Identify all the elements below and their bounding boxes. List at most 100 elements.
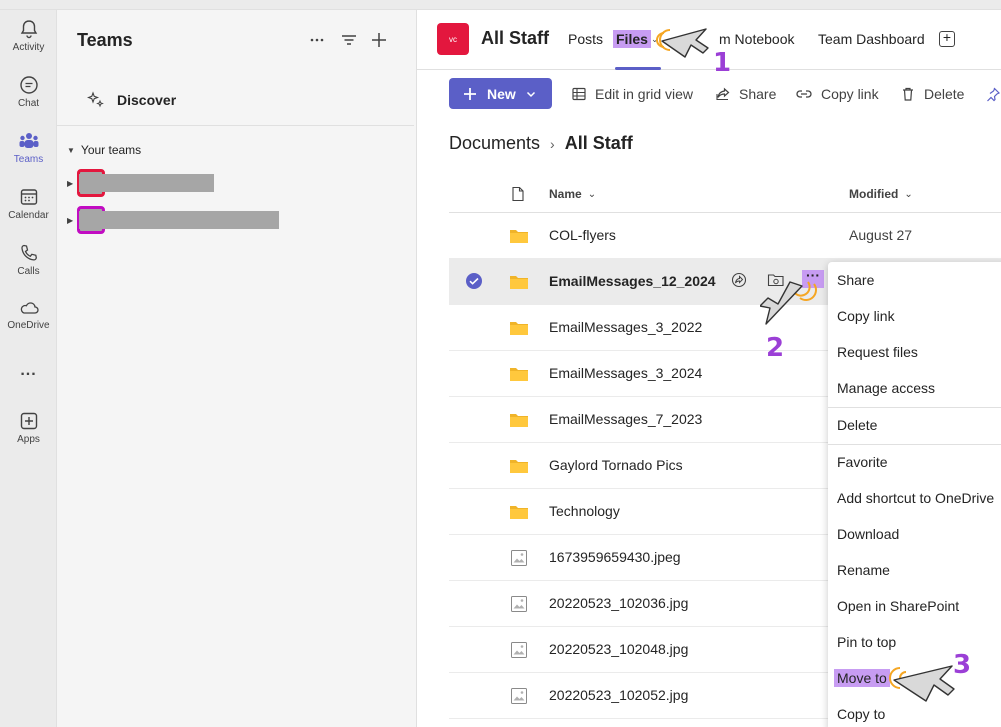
file-name[interactable]: Technology — [549, 503, 620, 519]
caret-right-icon: ▶ — [67, 215, 74, 225]
file-name[interactable]: EmailMessages_3_2024 — [549, 365, 702, 381]
image-file-icon — [511, 596, 527, 612]
rail-label-activity: Activity — [12, 42, 45, 53]
chevron-right-icon: › — [550, 135, 555, 152]
copy-link-button[interactable]: Copy link — [795, 85, 879, 103]
share-button[interactable]: Share — [715, 85, 776, 103]
add-apps-icon — [20, 412, 37, 430]
name-header-label: Name — [549, 187, 582, 201]
rail-label-calendar: Calendar — [8, 210, 49, 221]
rail-label-chat: Chat — [17, 98, 40, 109]
menu-item-move-to[interactable]: Move to — [834, 669, 890, 687]
table-row[interactable]: COL-flyers August 27 — [449, 213, 1001, 259]
file-name[interactable]: 1673959659430.jpeg — [549, 549, 681, 565]
file-type-header[interactable] — [511, 184, 525, 204]
folder-icon — [510, 460, 528, 473]
new-button[interactable]: New — [449, 78, 552, 109]
cursor-click-icon — [889, 665, 955, 702]
modified-column-header[interactable]: Modified ⌄ — [849, 184, 913, 204]
edit-grid-button[interactable]: Edit in grid view — [571, 85, 693, 103]
plus-icon[interactable] — [369, 30, 393, 52]
menu-divider — [828, 407, 1001, 408]
bell-icon — [20, 20, 37, 39]
chevron-down-icon — [526, 91, 535, 97]
discover-button[interactable]: Discover — [87, 88, 176, 112]
file-name[interactable]: 20220523_102052.jpg — [549, 687, 688, 703]
share-label: Share — [739, 86, 777, 102]
rail-item-activity[interactable]: Activity — [0, 18, 57, 68]
file-name[interactable]: EmailMessages_12_2024 — [549, 273, 716, 289]
file-name[interactable]: Gaylord Tornado Pics — [549, 457, 683, 473]
image-file-icon — [511, 642, 527, 658]
trash-icon — [903, 87, 913, 101]
rail-item-chat[interactable]: Chat — [0, 74, 57, 124]
folder-icon — [510, 368, 528, 381]
menu-item-pin-to-top[interactable]: Pin to top — [837, 634, 896, 650]
menu-item-manage-access[interactable]: Manage access — [837, 380, 935, 396]
menu-item-share[interactable]: Share — [837, 272, 874, 288]
menu-item-open-sharepoint[interactable]: Open in SharePoint — [837, 598, 959, 614]
rail-item-more[interactable]: ... — [0, 362, 57, 412]
folder-icon — [510, 230, 528, 243]
plus-icon — [464, 87, 476, 100]
menu-item-add-shortcut[interactable]: Add shortcut to OneDrive — [837, 490, 994, 506]
rail-label-teams: Teams — [13, 154, 44, 165]
filter-icon[interactable] — [339, 30, 363, 52]
your-teams-label: Your teams — [80, 143, 142, 157]
more-icon: ... — [20, 362, 37, 379]
chevron-down-icon: ⌄ — [904, 188, 913, 200]
menu-item-favorite[interactable]: Favorite — [837, 454, 888, 470]
menu-item-delete[interactable]: Delete — [837, 417, 877, 433]
tab-team-dashboard[interactable]: Team Dashboard — [818, 31, 925, 47]
checkmark-circle-icon[interactable] — [465, 272, 483, 290]
your-teams-section[interactable]: ▼ Your teams — [67, 143, 141, 157]
tab-posts[interactable]: Posts — [568, 31, 603, 47]
menu-item-copy-to[interactable]: Copy to — [837, 706, 885, 722]
file-name[interactable]: COL-flyers — [549, 227, 616, 243]
tab-files[interactable]: Files — [613, 30, 651, 48]
rail-item-calls[interactable]: Calls — [0, 242, 57, 292]
cloud-icon — [20, 302, 39, 314]
breadcrumb-current: All Staff — [564, 133, 633, 153]
calendar-icon — [20, 189, 37, 205]
new-label: New — [487, 85, 516, 102]
modified-header-label: Modified — [849, 187, 899, 201]
teams-panel: Teams Discover ▼ Your teams ▶ ▶ — [57, 10, 417, 727]
rail-item-apps[interactable]: Apps — [0, 410, 57, 460]
menu-item-request-files[interactable]: Request files — [837, 344, 918, 360]
file-name[interactable]: EmailMessages_7_2023 — [549, 411, 702, 427]
step-number-1: 1 — [713, 48, 732, 78]
delete-button[interactable]: Delete — [900, 85, 964, 103]
menu-item-rename[interactable]: Rename — [837, 562, 890, 578]
tab-notebook[interactable]: m Notebook — [719, 31, 794, 47]
add-tab-icon[interactable]: + — [939, 30, 955, 47]
redacted-team-name — [79, 174, 214, 192]
breadcrumb-root[interactable]: Documents — [449, 133, 540, 154]
divider — [57, 125, 414, 126]
file-modified: August 27 — [849, 227, 913, 243]
sparkle-icon — [87, 91, 104, 108]
link-icon — [796, 90, 812, 98]
document-icon — [512, 186, 524, 202]
rail-item-onedrive[interactable]: OneDrive — [0, 298, 57, 348]
menu-item-copy-link[interactable]: Copy link — [837, 308, 895, 324]
team-row-2[interactable]: ▶ — [67, 206, 279, 234]
chat-icon — [19, 76, 38, 94]
rail-item-teams[interactable]: Teams — [0, 130, 57, 180]
folder-icon — [510, 322, 528, 335]
context-menu: Share Copy link Request files Manage acc… — [828, 262, 1001, 727]
name-column-header[interactable]: Name ⌄ — [549, 184, 596, 204]
team-row-1[interactable]: ▶ — [67, 169, 214, 197]
copy-link-label: Copy link — [821, 86, 879, 102]
team-logo: vc — [437, 23, 469, 55]
more-options-icon[interactable] — [307, 30, 331, 52]
file-name[interactable]: EmailMessages_3_2022 — [549, 319, 702, 335]
file-name[interactable]: 20220523_102036.jpg — [549, 595, 688, 611]
menu-item-download[interactable]: Download — [837, 526, 899, 542]
grid-icon — [572, 87, 586, 101]
rail-item-calendar[interactable]: Calendar — [0, 186, 57, 236]
pin-button[interactable] — [985, 85, 1001, 103]
share-icon[interactable] — [731, 272, 747, 288]
caret-right-icon: ▶ — [67, 178, 74, 188]
file-name[interactable]: 20220523_102048.jpg — [549, 641, 688, 657]
